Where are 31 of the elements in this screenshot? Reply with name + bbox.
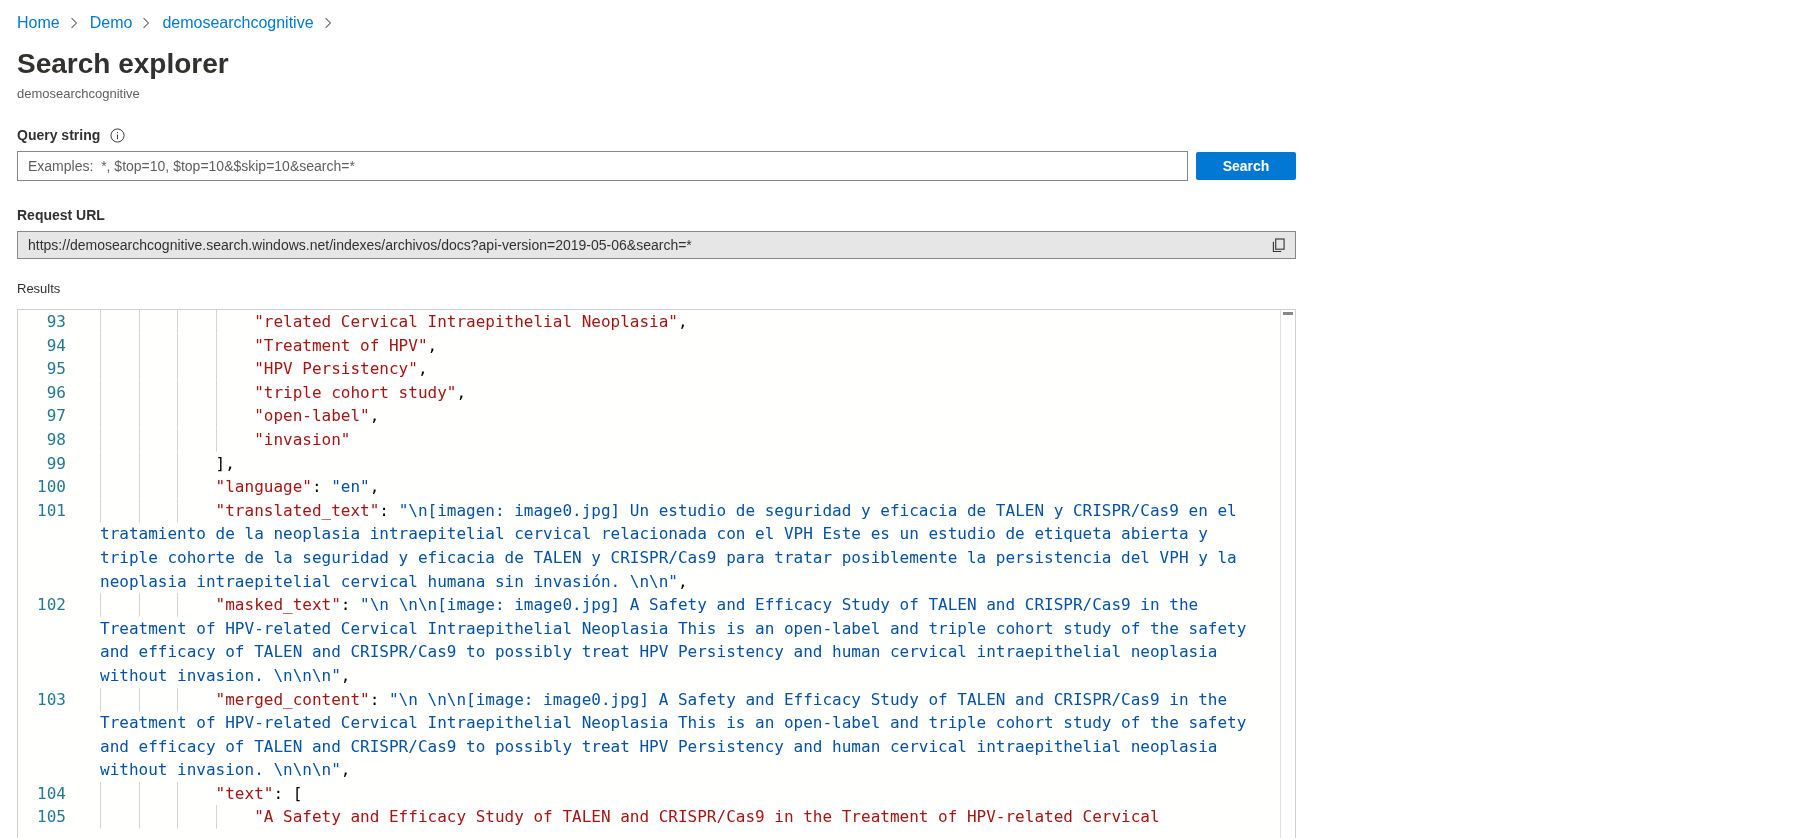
line-number: 100 <box>36 476 66 499</box>
field-label: Query string <box>17 127 101 143</box>
line-number: 102 <box>36 594 66 617</box>
line-number: 103 <box>36 688 66 711</box>
page-title: Search explorer <box>17 47 230 81</box>
chevron-right-icon <box>69 17 78 29</box>
breadcrumb-link[interactable]: demosearchcognitive <box>162 14 314 32</box>
search-button[interactable]: Search <box>1196 152 1296 180</box>
line-number: 96 <box>45 381 66 404</box>
line-number: 93 <box>45 311 66 333</box>
line-number: 104 <box>36 782 66 805</box>
line-number: 101 <box>36 499 66 522</box>
breadcrumb-link[interactable]: Demo <box>89 14 133 32</box>
page-subtitle: demosearchcognitive <box>17 86 141 101</box>
line-number: 98 <box>45 428 66 451</box>
copy-icon[interactable] <box>1272 237 1285 253</box>
line-number: 97 <box>45 405 66 428</box>
line-number: 94 <box>45 334 66 357</box>
request-url-field[interactable]: https://demosearchcognitive.search.windows.net/indexes/archivos/docs?api-version=2019-05-06&search=* <box>17 231 1296 259</box>
line-number: 99 <box>45 452 66 475</box>
results-label: Results <box>17 281 62 298</box>
chevron-right-icon <box>323 17 332 29</box>
breadcrumb-link[interactable]: Home <box>17 14 60 32</box>
info-icon[interactable] <box>110 127 126 143</box>
query-input[interactable]: Examples: *, $top=10, $top=10&$skip=10&search=* <box>17 151 1188 181</box>
url-text: https://demosearchcognitive.search.windows.net/indexes/archivos/docs?api-version=2019-05-06&search=* <box>28 237 692 253</box>
line-number: 105 <box>36 806 66 829</box>
line-number: 95 <box>45 358 66 381</box>
scrollbar[interactable] <box>1280 310 1295 838</box>
field-label: Request URL <box>17 207 105 223</box>
chevron-right-icon <box>142 17 151 29</box>
